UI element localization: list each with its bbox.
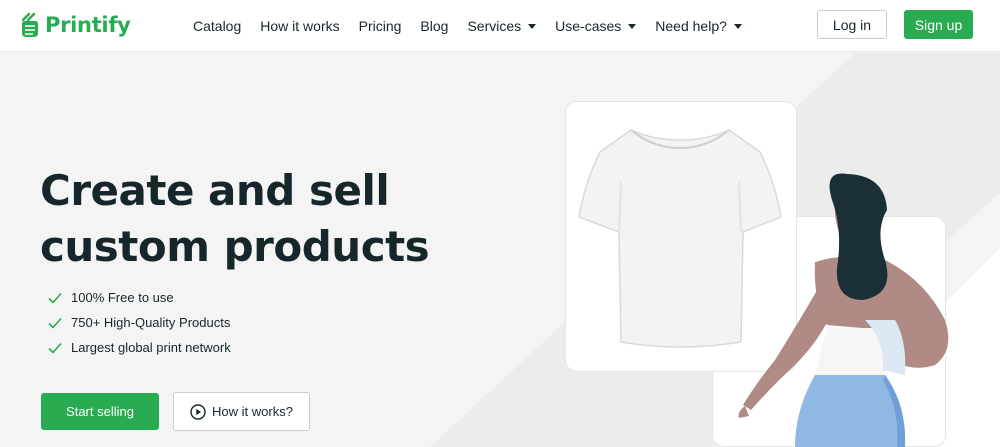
start-selling-button[interactable]: Start selling [41,393,159,430]
nav-item-services[interactable]: Services [467,18,537,34]
nav-item-label: How it works [260,18,340,34]
printify-logo-icon [21,12,38,37]
nav-item-label: Catalog [193,18,242,34]
list-item: 750+ High-Quality Products [48,310,231,335]
hero-title: Create and sell custom products [40,163,460,275]
hero-title-line-2: custom products [40,222,430,271]
list-item: Largest global print network [48,335,231,360]
nav-item-label: Blog [420,18,449,34]
how-it-works-label: How it works? [212,404,293,419]
nav-item-label: Services [467,18,522,34]
list-item: 100% Free to use [48,285,231,310]
nav-item-blog[interactable]: Blog [420,18,448,34]
nav-item-catalog[interactable]: Catalog [193,18,241,34]
signup-button[interactable]: Sign up [904,10,973,39]
play-circle-icon [190,403,206,420]
feature-label: Largest global print network [71,340,231,355]
login-button[interactable]: Log in [817,10,887,39]
hero-title-line-1: Create and sell [40,166,390,215]
nav-item-label: Use-cases [555,18,622,34]
nav-item-how-it-works[interactable]: How it works [260,18,339,34]
nav-item-pricing[interactable]: Pricing [359,18,402,34]
nav-item-label: Pricing [358,18,402,34]
nav-item-use-cases[interactable]: Use-cases [555,18,637,34]
chevron-down-icon [628,23,637,29]
brand-logo[interactable]: Printify [20,10,131,40]
woman-illustration [738,173,949,447]
check-icon [48,342,62,354]
chevron-down-icon [528,23,537,29]
main-nav: Catalog How it works Pricing Blog Servic… [193,0,761,52]
site-header: Printify Catalog How it works Pricing Bl… [0,0,1000,52]
how-it-works-button[interactable]: How it works? [173,392,310,431]
check-icon [48,292,62,304]
brand-name: Printify [45,13,131,37]
nav-item-need-help[interactable]: Need help? [655,18,742,34]
feature-list: 100% Free to use 750+ High-Quality Produ… [48,285,231,360]
chevron-down-icon [733,23,742,29]
feature-label: 750+ High-Quality Products [71,315,231,330]
check-icon [48,317,62,329]
nav-item-label: Need help? [655,18,727,34]
feature-label: 100% Free to use [71,290,174,305]
